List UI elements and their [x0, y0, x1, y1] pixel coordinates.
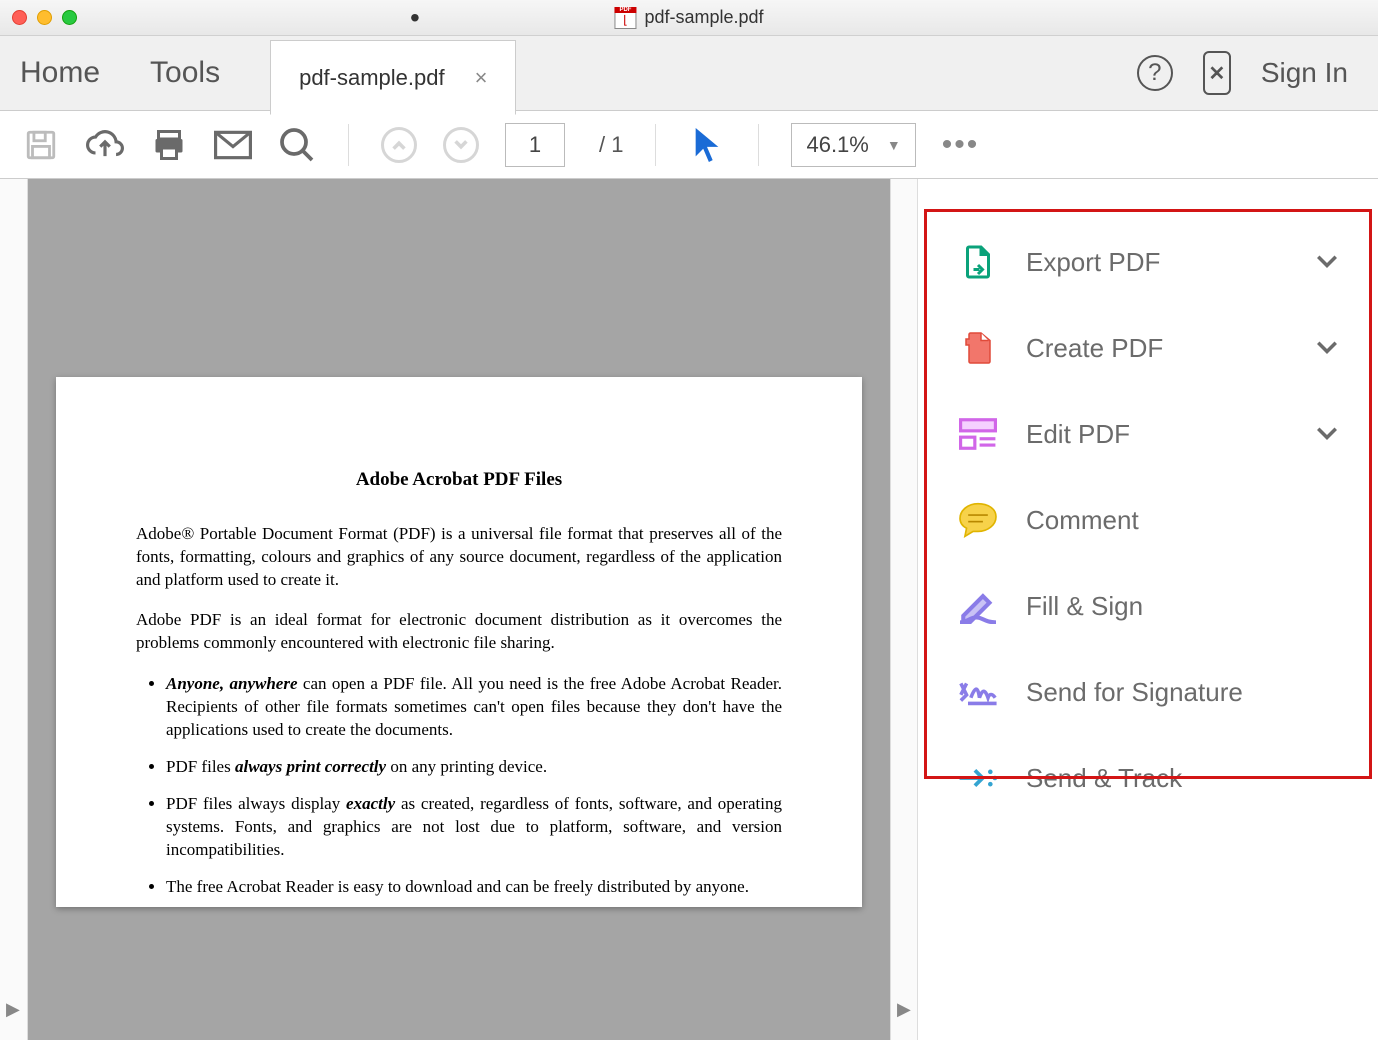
- minimize-window-button[interactable]: [37, 10, 52, 25]
- tool-send-track[interactable]: Send & Track: [918, 735, 1378, 821]
- tools-pane: Export PDF Create PDF Edit PDF: [918, 179, 1378, 1040]
- pdf-page: Adobe Acrobat PDF Files Adobe® Portable …: [56, 377, 862, 907]
- chevron-down-icon: [1316, 255, 1338, 269]
- window-title-text: pdf-sample.pdf: [644, 7, 763, 28]
- create-pdf-icon: [958, 329, 998, 367]
- tool-fill-sign[interactable]: Fill & Sign: [918, 563, 1378, 649]
- selection-cursor-icon[interactable]: [688, 126, 726, 164]
- tool-create-pdf[interactable]: Create PDF: [918, 305, 1378, 391]
- zoom-dropdown[interactable]: 46.1% ▼: [791, 123, 915, 167]
- tool-export-pdf[interactable]: Export PDF: [918, 219, 1378, 305]
- chevron-down-icon: [1316, 341, 1338, 355]
- tool-label: Export PDF: [1026, 247, 1288, 278]
- send-signature-icon: [958, 673, 998, 711]
- doc-list-item: The free Acrobat Reader is easy to downl…: [166, 876, 782, 899]
- help-icon[interactable]: ?: [1137, 55, 1173, 91]
- prev-page-icon[interactable]: [381, 127, 417, 163]
- export-pdf-icon: [958, 243, 998, 281]
- zoom-value: 46.1%: [806, 132, 868, 158]
- tool-edit-pdf[interactable]: Edit PDF: [918, 391, 1378, 477]
- fill-sign-icon: [958, 587, 998, 625]
- edit-pdf-icon: [958, 415, 998, 453]
- left-panel-handle[interactable]: ▶: [0, 179, 28, 1040]
- mail-icon[interactable]: [214, 126, 252, 164]
- toolbar-separator: [655, 124, 656, 166]
- page-number-input[interactable]: [505, 123, 565, 167]
- page-total-label: / 1: [599, 132, 623, 158]
- cloud-upload-icon[interactable]: [86, 126, 124, 164]
- tool-label: Fill & Sign: [1026, 591, 1338, 622]
- doc-paragraph: Adobe PDF is an ideal format for electro…: [136, 609, 782, 655]
- save-icon[interactable]: [22, 126, 60, 164]
- mobile-link-icon[interactable]: ✕: [1203, 51, 1231, 95]
- chevron-down-icon: [1316, 427, 1338, 441]
- window-titlebar: • PDF⌊ pdf-sample.pdf: [0, 0, 1378, 36]
- search-icon[interactable]: [278, 126, 316, 164]
- tools-list: Export PDF Create PDF Edit PDF: [918, 219, 1378, 821]
- workspace: ▶ Adobe Acrobat PDF Files Adobe® Portabl…: [0, 179, 1378, 1040]
- maximize-window-button[interactable]: [62, 10, 77, 25]
- tool-label: Create PDF: [1026, 333, 1288, 364]
- tool-label: Comment: [1026, 505, 1338, 536]
- comment-icon: [958, 501, 998, 539]
- more-options-icon[interactable]: •••: [942, 128, 980, 162]
- doc-heading: Adobe Acrobat PDF Files: [136, 467, 782, 493]
- traffic-lights: [12, 10, 77, 25]
- doc-list-item: Anyone, anywhere can open a PDF file. Al…: [166, 673, 782, 742]
- sign-in-button[interactable]: Sign In: [1261, 57, 1348, 89]
- doc-list-item: PDF files always print correctly on any …: [166, 756, 782, 779]
- close-window-button[interactable]: [12, 10, 27, 25]
- toolbar-separator: [758, 124, 759, 166]
- tool-label: Send for Signature: [1026, 677, 1338, 708]
- tool-label: Send & Track: [1026, 763, 1338, 794]
- tab-home[interactable]: Home: [20, 56, 100, 90]
- expand-right-icon: ▶: [897, 999, 911, 1020]
- close-tab-button[interactable]: ×: [475, 65, 488, 91]
- right-panel-handle[interactable]: ▶: [890, 179, 918, 1040]
- tab-bar: Home Tools pdf-sample.pdf × ? ✕ Sign In: [0, 36, 1378, 111]
- tab-tools[interactable]: Tools: [150, 56, 220, 90]
- tool-label: Edit PDF: [1026, 419, 1288, 450]
- expand-right-icon: ▶: [6, 999, 20, 1020]
- print-icon[interactable]: [150, 126, 188, 164]
- document-tab[interactable]: pdf-sample.pdf ×: [270, 40, 516, 115]
- tool-send-signature[interactable]: Send for Signature: [918, 649, 1378, 735]
- doc-list-item: PDF files always display exactly as crea…: [166, 793, 782, 862]
- window-title: PDF⌊ pdf-sample.pdf: [614, 7, 763, 29]
- toolbar: / 1 46.1% ▼ •••: [0, 111, 1378, 179]
- document-tab-label: pdf-sample.pdf: [299, 65, 445, 91]
- dropdown-triangle-icon: ▼: [887, 137, 901, 153]
- tool-comment[interactable]: Comment: [918, 477, 1378, 563]
- document-viewport[interactable]: Adobe Acrobat PDF Files Adobe® Portable …: [28, 179, 890, 1040]
- doc-paragraph: Adobe® Portable Document Format (PDF) is…: [136, 523, 782, 592]
- next-page-icon[interactable]: [443, 127, 479, 163]
- toolbar-separator: [348, 124, 349, 166]
- pdf-file-icon: PDF⌊: [614, 7, 636, 29]
- send-track-icon: [958, 759, 998, 797]
